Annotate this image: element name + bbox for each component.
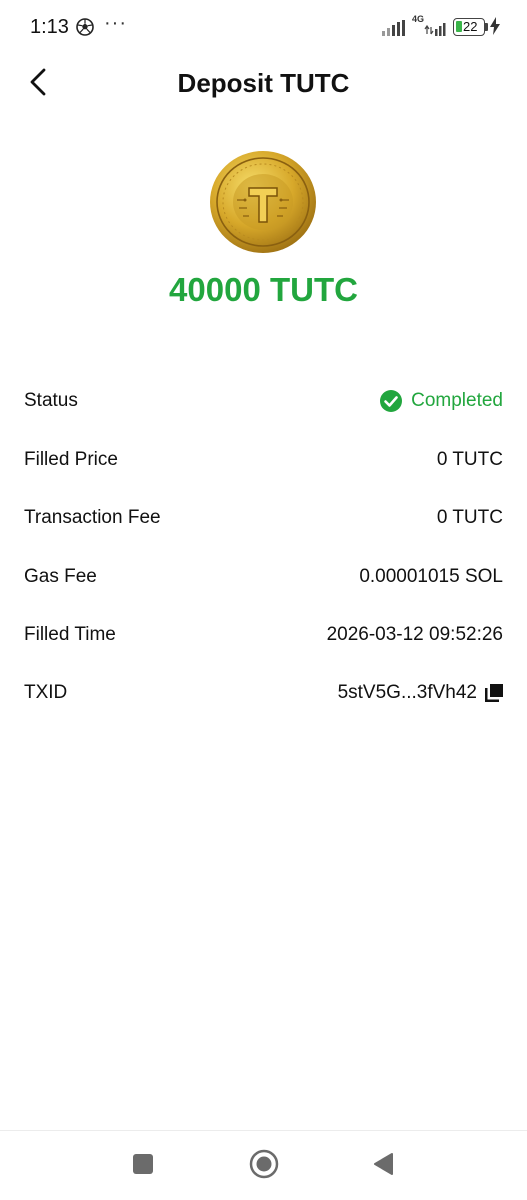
battery-icon: 22 [453, 18, 485, 36]
detail-value: 0.00001015 SOL [359, 566, 503, 587]
detail-label: Filled Price [24, 449, 118, 470]
tutc-coin-logo [209, 150, 317, 254]
status-text: Completed [411, 390, 503, 411]
system-back-button[interactable] [366, 1147, 400, 1181]
copy-icon [485, 684, 503, 702]
deposit-amount: 40000 TUTC [169, 271, 358, 308]
detail-label: Gas Fee [24, 566, 97, 587]
soccer-ball-icon [76, 18, 94, 41]
detail-row-txid: TXID 5stV5G...3fVh42 [24, 678, 503, 708]
more-notifications-icon: ··· [104, 12, 127, 34]
detail-value: 2026-03-12 09:52:26 [326, 624, 503, 645]
recents-button[interactable] [126, 1147, 160, 1181]
home-circle-icon [249, 1149, 279, 1179]
detail-label: Status [24, 390, 78, 411]
status-bar: 1:13 ··· 4G 22 [0, 0, 527, 56]
copy-txid-button[interactable] [485, 684, 503, 702]
page-title: Deposit TUTC [177, 68, 350, 98]
status-time: 1:13 [30, 16, 69, 38]
battery-tip [485, 23, 488, 31]
detail-row-filled-time: Filled Time 2026-03-12 09:52:26 [24, 620, 503, 650]
battery-level: 22 [463, 19, 478, 34]
recents-square-icon [133, 1154, 153, 1174]
page-header: Deposit TUTC [0, 56, 527, 108]
signal-strength-icon [424, 20, 448, 41]
detail-value: 0 TUTC [436, 449, 503, 470]
detail-row-transaction-fee: Transaction Fee 0 TUTC [24, 503, 503, 533]
back-triangle-icon [374, 1153, 393, 1175]
detail-row-filled-price: Filled Price 0 TUTC [24, 445, 503, 475]
detail-label: Filled Time [24, 624, 116, 645]
detail-row-status: Status Completed [24, 386, 503, 416]
home-button[interactable] [247, 1147, 281, 1181]
detail-label: TXID [24, 682, 68, 703]
system-navigation-bar [0, 1130, 527, 1200]
detail-row-gas-fee: Gas Fee 0.00001015 SOL [24, 562, 503, 592]
check-circle-icon [380, 390, 403, 412]
txid-value: 5stV5G...3fVh42 [338, 682, 503, 704]
detail-value: 0 TUTC [436, 507, 503, 528]
detail-label: Transaction Fee [24, 507, 161, 528]
signal-strength-icon [382, 20, 408, 41]
network-type-label: 4G [412, 14, 425, 24]
status-value: Completed [379, 389, 503, 413]
txid-text: 5stV5G...3fVh42 [337, 682, 477, 703]
charging-bolt-icon [490, 17, 500, 40]
